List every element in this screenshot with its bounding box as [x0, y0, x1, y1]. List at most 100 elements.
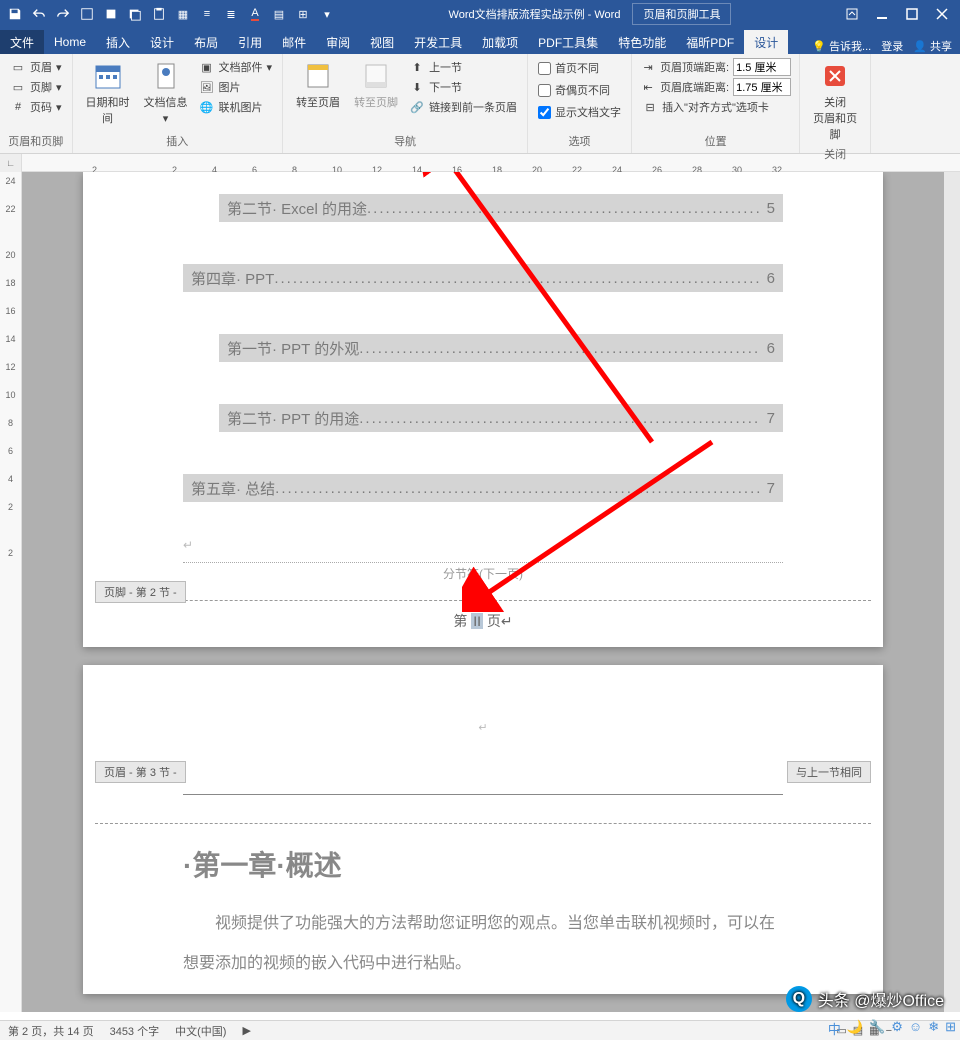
prev-section-button[interactable]: ⬆上一节 — [407, 58, 519, 76]
group-label: 页眉和页脚 — [8, 131, 64, 149]
watermark: Q 头条 @爆炒Office — [786, 986, 944, 1012]
docparts-button[interactable]: ▣文档部件 ▾ — [197, 58, 275, 76]
qat-icon[interactable]: ▤ — [268, 3, 290, 25]
login-button[interactable]: 登录 — [881, 38, 903, 54]
pagenum-button[interactable]: #页码 ▾ — [8, 98, 64, 116]
header-button[interactable]: ▭页眉 ▾ — [8, 58, 64, 76]
qat-icon[interactable]: ▦ — [172, 3, 194, 25]
tab-developer[interactable]: 开发工具 — [404, 30, 472, 54]
header-section-label: 页眉 - 第 3 节 - — [95, 761, 186, 783]
maximize-icon[interactable] — [898, 3, 926, 25]
datetime-button[interactable]: 日期和时间 — [81, 58, 135, 128]
font-color-icon[interactable]: A — [244, 3, 266, 25]
tab-insert[interactable]: 插入 — [96, 30, 140, 54]
page: ↵ 页眉 - 第 3 节 - 与上一节相同 ·第一章·概述 视频提供了功能强大的… — [83, 665, 883, 994]
bot-dist-icon: ⇤ — [640, 79, 656, 95]
goto-footer-icon — [360, 60, 392, 92]
show-doc-text-checkbox[interactable]: 显示文档文字 — [536, 102, 623, 122]
tab-references[interactable]: 引用 — [228, 30, 272, 54]
tray-icon[interactable]: ⊞ — [945, 1019, 956, 1038]
toc-entry: 第二节· PPT 的用途............................… — [219, 404, 783, 432]
tab-view[interactable]: 视图 — [360, 30, 404, 54]
vertical-ruler[interactable]: 242220181614121086422 — [0, 172, 22, 1012]
qat-icon[interactable] — [76, 3, 98, 25]
tab-mailings[interactable]: 邮件 — [272, 30, 316, 54]
online-pic-button[interactable]: 🌐联机图片 — [197, 98, 275, 116]
tray-icon[interactable]: ❄ — [928, 1019, 939, 1038]
odd-even-diff-checkbox[interactable]: 奇偶页不同 — [536, 80, 623, 100]
status-bar: 第 2 页，共 14 页 3453 个字 中文(中国) ▶ ▭ ▤ ▦ − — [0, 1020, 960, 1040]
tab-pdfkit[interactable]: PDF工具集 — [528, 30, 608, 54]
tab-layout[interactable]: 布局 — [184, 30, 228, 54]
goto-footer-button[interactable]: 转至页脚 — [349, 58, 403, 112]
parts-icon: ▣ — [199, 59, 215, 75]
tray-icon[interactable]: 🌙 — [847, 1019, 863, 1038]
page-area[interactable]: 第二节· Excel 的用途..........................… — [22, 172, 944, 1012]
next-section-button[interactable]: ⬇下一节 — [407, 78, 519, 96]
vertical-scrollbar[interactable] — [944, 172, 960, 1012]
system-tray: 中 🌙 🔧 ⚙ ☺ ❄ ⊞ — [828, 1019, 956, 1038]
footer-icon: ▭ — [10, 79, 26, 95]
footer-button[interactable]: ▭页脚 ▾ — [8, 78, 64, 96]
bot-dist-label: 页眉底端距离: — [660, 79, 729, 95]
tray-icon[interactable]: ☺ — [909, 1019, 922, 1038]
tray-icon[interactable]: 中 — [828, 1019, 841, 1038]
page: 第二节· Excel 的用途..........................… — [83, 172, 883, 647]
insert-align-tab-button[interactable]: ⊟插入"对齐方式"选项卡 — [640, 98, 791, 116]
online-pic-icon: 🌐 — [199, 99, 215, 115]
group-label: 选项 — [536, 131, 623, 149]
qat-icon[interactable] — [124, 3, 146, 25]
qat-dropdown-icon[interactable]: ▾ — [316, 3, 338, 25]
top-dist-label: 页眉顶端距离: — [660, 59, 729, 75]
tab-special[interactable]: 特色功能 — [608, 30, 676, 54]
minimize-icon[interactable] — [868, 3, 896, 25]
page-count[interactable]: 第 2 页，共 14 页 — [8, 1023, 94, 1039]
top-dist-input[interactable] — [733, 58, 791, 76]
header-icon: ▭ — [10, 59, 26, 75]
language[interactable]: 中文(中国) — [175, 1023, 226, 1039]
docinfo-icon — [150, 60, 182, 92]
link-previous-button[interactable]: 🔗链接到前一条页眉 — [407, 98, 519, 116]
ribbon-options-icon[interactable] — [838, 3, 866, 25]
goto-header-button[interactable]: 转至页眉 — [291, 58, 345, 112]
tab-home[interactable]: Home — [44, 30, 96, 54]
toc-entry: 第二节· Excel 的用途..........................… — [219, 194, 783, 222]
tray-icon[interactable]: 🔧 — [869, 1019, 885, 1038]
title-bar: ▦ ≡ ≣ A ▤ ⊞ ▾ Word文档排版流程实战示例 - Word 页眉和页… — [0, 0, 960, 28]
qat-icon[interactable]: ≡ — [196, 3, 218, 25]
bot-dist-input[interactable] — [733, 78, 791, 96]
tray-icon[interactable]: ⚙ — [891, 1019, 903, 1038]
next-icon: ⬇ — [409, 79, 425, 95]
qat-icon[interactable]: ⊞ — [292, 3, 314, 25]
save-icon[interactable] — [4, 3, 26, 25]
macro-icon[interactable]: ▶ — [242, 1024, 250, 1037]
qat-icon[interactable]: ≣ — [220, 3, 242, 25]
tab-foxit[interactable]: 福昕PDF — [676, 30, 744, 54]
tab-addins[interactable]: 加载项 — [472, 30, 528, 54]
prev-icon: ⬆ — [409, 59, 425, 75]
share-button[interactable]: 👤 共享 — [913, 38, 952, 54]
tab-design[interactable]: 设计 — [140, 30, 184, 54]
align-tab-icon: ⊟ — [642, 99, 658, 115]
close-hf-icon — [819, 60, 851, 92]
qat-icon[interactable] — [100, 3, 122, 25]
word-count[interactable]: 3453 个字 — [110, 1023, 160, 1039]
goto-header-icon — [302, 60, 334, 92]
docinfo-button[interactable]: 文档信息 ▾ — [139, 58, 193, 127]
redo-icon[interactable] — [52, 3, 74, 25]
footer-page-number[interactable]: 第 II 页↵ — [83, 601, 883, 641]
undo-icon[interactable] — [28, 3, 50, 25]
close-icon[interactable] — [928, 3, 956, 25]
group-label: 关闭 — [808, 144, 862, 162]
close-hf-button[interactable]: 关闭 页眉和页脚 — [808, 58, 862, 144]
tab-file[interactable]: 文件 — [0, 30, 44, 54]
tell-me[interactable]: 💡 告诉我... — [812, 38, 871, 54]
tab-review[interactable]: 审阅 — [316, 30, 360, 54]
calendar-icon — [92, 60, 124, 92]
footer-section-label: 页脚 - 第 2 节 - — [95, 581, 186, 603]
group-label: 插入 — [81, 131, 275, 149]
picture-button[interactable]: 🖼图片 — [197, 78, 275, 96]
paste-icon[interactable] — [148, 3, 170, 25]
first-page-diff-checkbox[interactable]: 首页不同 — [536, 58, 623, 78]
tab-hf-design[interactable]: 设计 — [744, 30, 788, 54]
